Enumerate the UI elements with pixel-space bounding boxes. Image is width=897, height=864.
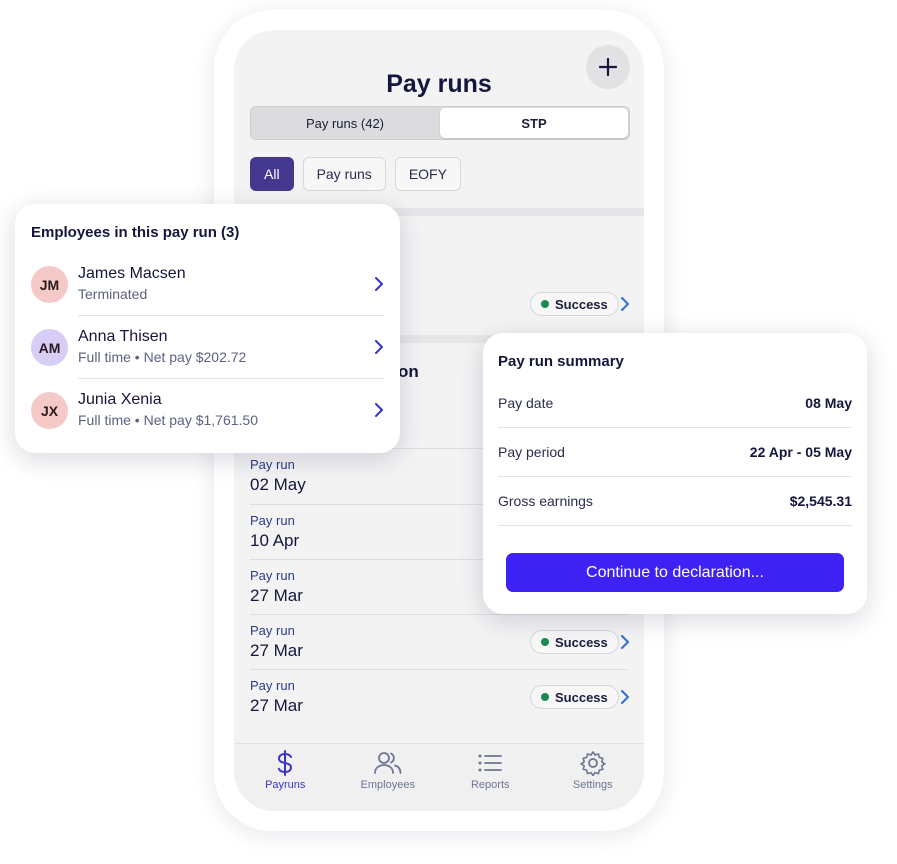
pay-runs-segmented-control: Pay runs (42) STP xyxy=(250,106,630,140)
success-dot-icon xyxy=(541,300,549,308)
plus-icon xyxy=(599,58,617,76)
success-dot-icon xyxy=(541,638,549,646)
pay-run-label: Pay run xyxy=(250,623,295,638)
tab-label: Reports xyxy=(470,779,510,791)
tab-label: Settings xyxy=(572,779,613,791)
tab-label: Payruns xyxy=(265,779,306,791)
status-badge-label: Success xyxy=(555,634,608,650)
section-heading: on xyxy=(398,362,419,381)
employee-detail: Full time • Net pay $1,761.50 xyxy=(78,412,258,428)
status-badge: Success xyxy=(530,685,619,709)
pay-run-date: 27 Mar xyxy=(250,696,303,715)
filter-pay-runs[interactable]: Pay runs xyxy=(302,157,386,191)
summary-value: 08 May xyxy=(805,395,852,411)
avatar: JX xyxy=(31,392,68,429)
row-divider xyxy=(250,669,628,670)
status-badge: Success xyxy=(530,630,619,654)
pay-run-label: Pay run xyxy=(250,678,295,693)
employee-name: Junia Xenia xyxy=(78,391,162,408)
segment-pay-runs[interactable]: Pay runs (42) xyxy=(251,107,439,139)
tab-reports[interactable]: Reports xyxy=(439,744,542,811)
add-pay-run-button[interactable] xyxy=(586,45,630,89)
bottom-tab-bar: Payruns Employees Reports Settings xyxy=(234,743,644,811)
summary-label: Pay date xyxy=(498,395,554,411)
chevron-right-icon[interactable] xyxy=(620,634,630,650)
segment-stp[interactable]: STP xyxy=(440,108,628,138)
chevron-right-icon xyxy=(375,277,383,291)
filter-all[interactable]: All xyxy=(250,157,294,191)
employee-row[interactable]: AM Anna Thisen Full time • Net pay $202.… xyxy=(31,317,384,379)
row-divider xyxy=(78,315,384,316)
list-icon xyxy=(478,754,503,772)
status-badge-label: Success xyxy=(555,296,608,312)
filter-eofy[interactable]: EOFY xyxy=(394,157,461,191)
summary-label: Pay period xyxy=(498,444,565,460)
list-item[interactable]: Pay run 27 Mar xyxy=(250,678,303,716)
success-dot-icon xyxy=(541,693,549,701)
chevron-right-icon[interactable] xyxy=(620,296,630,312)
tab-employees[interactable]: Employees xyxy=(337,744,440,811)
filter-chips: All Pay runs EOFY xyxy=(250,157,461,191)
pay-run-label: Pay run xyxy=(250,457,295,472)
status-badge: Success xyxy=(530,292,619,316)
summary-row-gross-earnings: Gross earnings $2,545.31 xyxy=(498,477,852,526)
chevron-right-icon[interactable] xyxy=(620,689,630,705)
list-item[interactable]: Pay run 02 May xyxy=(250,457,306,495)
summary-value: 22 Apr - 05 May xyxy=(749,444,852,460)
list-item[interactable]: Pay run 10 Apr xyxy=(250,513,299,551)
employees-card: Employees in this pay run (3) JM James M… xyxy=(15,204,400,453)
tab-settings[interactable]: Settings xyxy=(542,744,645,811)
chevron-right-icon xyxy=(375,403,383,417)
pay-run-date: 27 Mar xyxy=(250,586,303,605)
pay-run-date: 02 May xyxy=(250,475,306,494)
employee-row[interactable]: JM James Macsen Terminated xyxy=(31,254,384,316)
tab-payruns[interactable]: Payruns xyxy=(234,744,337,811)
people-icon xyxy=(373,752,402,774)
pay-run-label: Pay run xyxy=(250,568,295,583)
employee-row[interactable]: JX Junia Xenia Full time • Net pay $1,76… xyxy=(31,380,384,442)
chevron-right-icon xyxy=(375,340,383,354)
employee-detail: Terminated xyxy=(78,286,148,302)
summary-row-pay-date: Pay date 08 May xyxy=(498,379,852,428)
employee-name: Anna Thisen xyxy=(78,328,168,345)
avatar: AM xyxy=(31,329,68,366)
summary-row-pay-period: Pay period 22 Apr - 05 May xyxy=(498,428,852,477)
pay-run-summary-card: Pay run summary Pay date 08 May Pay peri… xyxy=(483,333,867,614)
row-divider xyxy=(250,614,628,615)
summary-value: $2,545.31 xyxy=(789,493,852,509)
summary-card-title: Pay run summary xyxy=(498,353,624,370)
status-badge-label: Success xyxy=(555,689,608,705)
pay-run-date: 10 Apr xyxy=(250,531,300,550)
continue-to-declaration-button[interactable]: Continue to declaration... xyxy=(506,553,844,592)
summary-label: Gross earnings xyxy=(498,493,593,509)
list-item[interactable]: Pay run 27 Mar xyxy=(250,568,303,606)
tab-label: Employees xyxy=(360,779,415,791)
employees-card-title: Employees in this pay run (3) xyxy=(31,224,240,241)
employee-name: James Macsen xyxy=(78,265,186,282)
pay-run-label: Pay run xyxy=(250,513,295,528)
page-title: Pay runs xyxy=(386,70,492,98)
avatar: JM xyxy=(31,266,68,303)
row-divider xyxy=(78,378,384,379)
gear-icon xyxy=(580,751,606,776)
pay-run-date: 27 Mar xyxy=(250,641,303,660)
dollar-icon xyxy=(278,750,293,776)
employee-detail: Full time • Net pay $202.72 xyxy=(78,349,247,365)
list-item[interactable]: Pay run 27 Mar xyxy=(250,623,303,661)
